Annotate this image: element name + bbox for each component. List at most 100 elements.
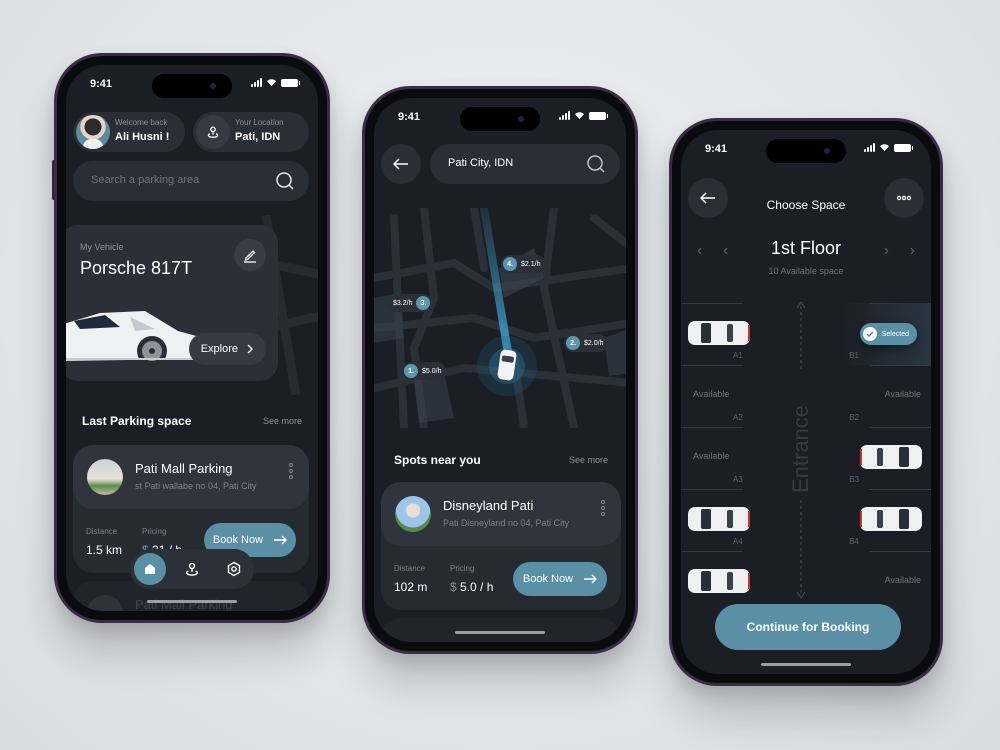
last-parking-title: Last Parking space	[82, 414, 192, 428]
car-image	[66, 311, 200, 366]
parking-slot-a2[interactable]: Available A2	[681, 365, 771, 427]
price-pin[interactable]: 2. $2.0/h	[564, 334, 609, 352]
greeting-label: Welcome back	[115, 118, 168, 127]
selected-label: Selected	[881, 330, 909, 338]
book-now-label: Book Now	[522, 573, 574, 585]
continue-booking-button[interactable]: Continue for Booking	[715, 604, 901, 650]
spot-thumbnail	[395, 496, 431, 532]
pricing-value: $ 5.0 / h	[450, 580, 494, 594]
location-pin-icon	[207, 126, 219, 138]
search-value: Pati City, IDN	[448, 157, 514, 169]
slot-id-label: A2	[733, 413, 743, 422]
home-screen: 9:41 Welcome back Ali Husni ! Your Locat…	[66, 65, 318, 611]
tab-home[interactable]	[134, 553, 166, 585]
explore-button[interactable]: Explore	[188, 333, 266, 365]
price-pin[interactable]: $3.2/h 3.	[388, 294, 433, 312]
slot-id-label: B1	[849, 351, 859, 360]
spots-title: Spots near you	[394, 453, 481, 467]
status-bar: 9:41	[374, 98, 626, 138]
slot-id-label: A4	[733, 537, 743, 546]
dynamic-island	[152, 74, 232, 98]
vehicle-label: My Vehicle	[80, 242, 124, 252]
book-now-button[interactable]: Book Now	[513, 562, 607, 596]
tab-settings[interactable]	[218, 553, 250, 585]
location-pin-icon	[186, 562, 198, 576]
parking-name: Pati Mall Parking	[135, 461, 233, 476]
edit-vehicle-button[interactable]	[234, 239, 266, 271]
parking-slot-b1[interactable]: Selected B1	[841, 303, 931, 365]
phone-choose-space: 9:41 Choose Space ‹ ‹ 1st Floor 10 Avail…	[669, 118, 943, 686]
book-now-label: Book Now	[212, 534, 264, 546]
home-indicator	[455, 631, 545, 634]
settings-icon	[227, 561, 241, 577]
status-time: 9:41	[398, 111, 421, 123]
explore-label: Explore	[200, 343, 238, 355]
vehicle-card[interactable]: My Vehicle Porsche 817T Explore	[66, 225, 278, 381]
parking-slot-a1: A1	[681, 303, 771, 365]
parking-address: st Pati wallabe no 04, Pati City	[135, 481, 257, 491]
search-input[interactable]: Search a parking area	[73, 161, 309, 201]
distance-label: Distance	[86, 527, 118, 536]
parked-car-icon	[860, 507, 922, 531]
more-options-icon[interactable]	[601, 500, 605, 516]
more-options-icon[interactable]	[289, 463, 293, 479]
arrow-right-icon	[584, 574, 598, 584]
bottom-tab-bar	[130, 549, 254, 589]
more-horizontal-icon	[896, 195, 912, 201]
chevron-right-icon	[247, 344, 253, 354]
battery-icon	[281, 78, 300, 87]
spot-card[interactable]	[381, 618, 621, 642]
next-floor-chevron-icon[interactable]: ›	[884, 242, 889, 260]
location-value: Pati, IDN	[235, 131, 281, 143]
arrow-left-icon	[393, 158, 408, 170]
distance-value: 1.5 km	[86, 543, 123, 557]
map[interactable]	[374, 208, 626, 428]
phone-map: 9:41 Pati City, IDN 1. $5.0/h 2. $2.0/h …	[362, 86, 638, 654]
available-label: Available	[884, 575, 921, 585]
signal-icon	[559, 111, 570, 120]
parked-car	[687, 567, 751, 600]
slot-id-label: A3	[733, 475, 743, 484]
see-more-link[interactable]: See more	[263, 416, 302, 426]
location-chip[interactable]: Your Location Pati, IDN	[193, 112, 309, 152]
back-button[interactable]	[381, 144, 421, 184]
continue-label: Continue for Booking	[746, 620, 870, 634]
pricing-label: Pricing	[450, 564, 475, 573]
signal-icon	[864, 143, 875, 152]
spot-card[interactable]: Disneyland Pati Pati Disneyland no 04, P…	[381, 482, 621, 610]
price-pin[interactable]: 1. $5.0/h	[402, 362, 447, 380]
parking-slot-b2[interactable]: Available B2	[841, 365, 931, 427]
location-search-input[interactable]: Pati City, IDN	[430, 144, 620, 184]
selected-badge: Selected	[859, 323, 917, 345]
parked-car	[687, 319, 751, 352]
user-name: Ali Husni !	[115, 131, 170, 143]
price-pin[interactable]: 4. $2.1/h	[501, 255, 546, 273]
parking-slot-b4: B4	[841, 489, 931, 551]
check-icon	[862, 327, 877, 341]
parking-slot-a3[interactable]: Available A3	[681, 427, 771, 489]
parking-thumbnail	[87, 595, 123, 611]
phone-home: 9:41 Welcome back Ali Husni ! Your Locat…	[54, 53, 330, 623]
available-label: Available	[884, 389, 921, 399]
location-label: Your Location	[235, 118, 284, 127]
home-icon	[145, 564, 155, 574]
available-count: 10 Available space	[768, 266, 844, 276]
parked-car-icon	[688, 321, 750, 345]
tab-location[interactable]	[176, 553, 208, 585]
slot-id-label: B4	[849, 537, 859, 546]
signal-icon	[251, 78, 262, 87]
search-icon[interactable]	[275, 171, 295, 191]
spot-name: Disneyland Pati	[443, 498, 534, 513]
search-icon[interactable]	[586, 154, 606, 174]
more-button[interactable]	[884, 178, 924, 218]
slot-id-label: A1	[733, 351, 743, 360]
dynamic-island	[766, 139, 846, 163]
user-chip[interactable]: Welcome back Ali Husni !	[73, 112, 185, 152]
available-label: Available	[693, 389, 730, 399]
pencil-icon	[244, 250, 256, 263]
parking-slot-b3: B3	[841, 427, 931, 489]
see-more-link[interactable]: See more	[569, 455, 608, 465]
last-floor-chevron-icon[interactable]: ›	[910, 242, 915, 260]
vehicle-name: Porsche 817T	[80, 258, 193, 278]
dynamic-island	[460, 107, 540, 131]
